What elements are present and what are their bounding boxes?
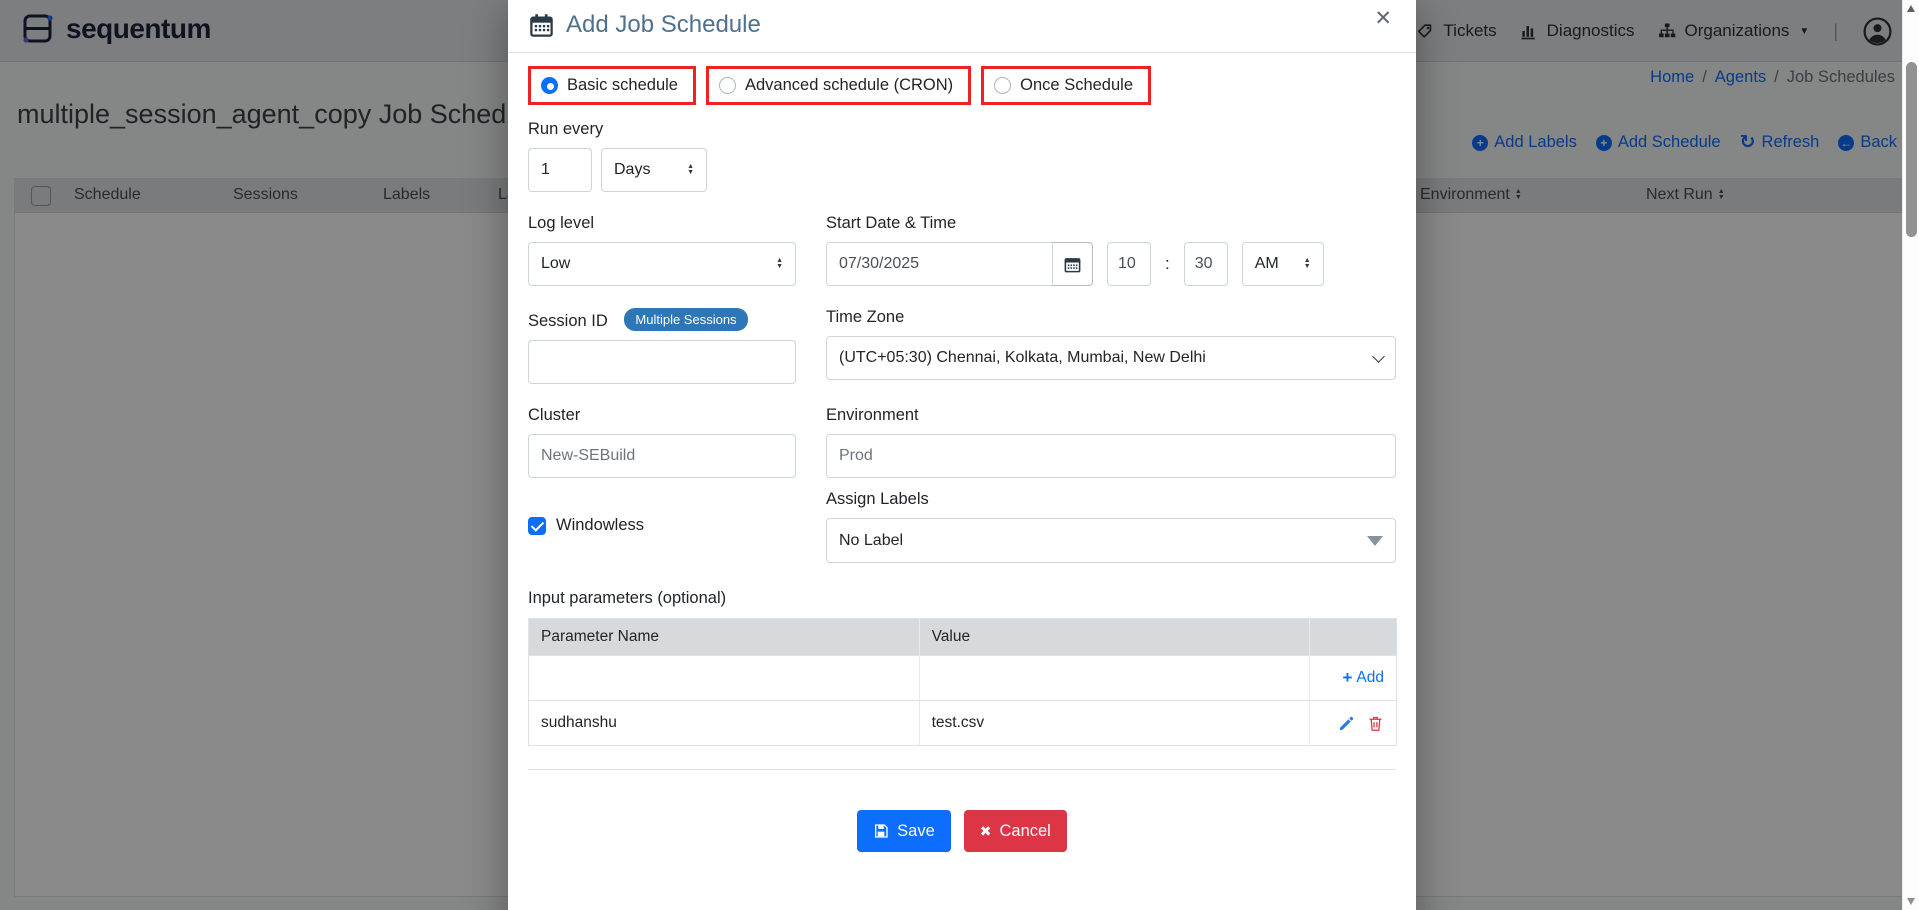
timezone-select[interactable]: (UTC+05:30) Chennai, Kolkata, Mumbai, Ne…	[826, 336, 1396, 380]
plus-icon: +	[1342, 668, 1352, 688]
advanced-schedule-option[interactable]: Advanced schedule (CRON)	[706, 66, 971, 105]
param-entry-row: + Add	[529, 656, 1397, 701]
cancel-label: Cancel	[999, 822, 1050, 841]
radio-label: Advanced schedule (CRON)	[745, 76, 953, 95]
calendar-icon	[528, 12, 555, 39]
timezone-label: Time Zone	[826, 308, 1396, 327]
params-header-row: Parameter Name Value	[529, 619, 1397, 656]
param-actions-header	[1310, 619, 1397, 656]
input-parameters-label: Input parameters (optional)	[528, 589, 1396, 608]
once-schedule-option[interactable]: Once Schedule	[981, 66, 1151, 105]
param-name-entry-cell[interactable]	[529, 656, 920, 701]
delete-parameter-button[interactable]	[1367, 715, 1384, 732]
floppy-disk-icon	[873, 823, 889, 839]
radio-label: Basic schedule	[567, 76, 678, 95]
run-every-row: Days ▲▼	[528, 148, 1396, 192]
start-hour-input[interactable]	[1107, 242, 1151, 286]
param-name-header: Parameter Name	[529, 619, 920, 656]
modal-header: Add Job Schedule ✕	[508, 0, 1416, 53]
edit-parameter-button[interactable]	[1338, 715, 1355, 732]
radio-label: Once Schedule	[1020, 76, 1133, 95]
chevron-down-icon	[1372, 350, 1385, 363]
meridiem-select[interactable]: AM ▲▼	[1242, 242, 1324, 286]
dropdown-triangle-icon	[1367, 536, 1383, 546]
radio-advanced-schedule[interactable]	[719, 77, 736, 94]
pencil-icon	[1338, 715, 1355, 732]
param-row: sudhanshu test.csv	[529, 701, 1397, 746]
add-parameter-button[interactable]: + Add	[1322, 668, 1384, 688]
session-id-text: Session ID	[528, 312, 608, 330]
log-level-label: Log level	[528, 214, 796, 233]
multiple-sessions-badge: Multiple Sessions	[624, 308, 747, 331]
assign-labels-value: No Label	[839, 532, 903, 550]
input-parameters-table: Parameter Name Value + Add	[528, 618, 1397, 746]
add-parameter-label: Add	[1356, 669, 1384, 687]
param-value-cell: test.csv	[919, 701, 1310, 746]
scroll-down-arrow-icon[interactable]	[1907, 898, 1915, 905]
x-icon: ✖	[980, 823, 992, 840]
run-every-unit-value: Days	[614, 161, 650, 179]
cancel-button[interactable]: ✖ Cancel	[964, 810, 1067, 852]
date-picker-button[interactable]	[1052, 242, 1093, 286]
select-caret-icon: ▲▼	[687, 164, 694, 176]
param-name-cell: sudhanshu	[529, 701, 920, 746]
cluster-label: Cluster	[528, 406, 796, 425]
session-id-input[interactable]	[528, 340, 796, 384]
radio-once-schedule[interactable]	[994, 77, 1011, 94]
start-minute-input[interactable]	[1184, 242, 1228, 286]
environment-input[interactable]	[826, 434, 1396, 478]
add-job-schedule-modal: Add Job Schedule ✕ Basic schedule Advanc…	[508, 0, 1416, 910]
modal-title: Add Job Schedule	[566, 11, 761, 39]
modal-body: Basic schedule Advanced schedule (CRON) …	[508, 53, 1416, 882]
trash-icon	[1367, 715, 1384, 732]
date-input-group	[826, 242, 1093, 286]
radio-basic-schedule[interactable]	[541, 77, 558, 94]
session-id-label: Session ID Multiple Sessions	[528, 308, 796, 331]
select-caret-icon: ▲▼	[1304, 258, 1311, 270]
environment-label: Environment	[826, 406, 1396, 425]
save-button[interactable]: Save	[857, 810, 951, 852]
vertical-scrollbar[interactable]	[1902, 0, 1919, 910]
save-label: Save	[897, 822, 935, 841]
modal-footer: Save ✖ Cancel	[528, 770, 1396, 882]
basic-schedule-option[interactable]: Basic schedule	[528, 66, 696, 105]
start-datetime-label: Start Date & Time	[826, 214, 1396, 233]
close-icon[interactable]: ✕	[1374, 6, 1392, 31]
select-caret-icon: ▲▼	[776, 258, 783, 270]
scroll-up-arrow-icon[interactable]	[1907, 5, 1915, 12]
run-every-label: Run every	[528, 120, 1396, 139]
windowless-checkbox[interactable]	[528, 517, 546, 535]
cluster-input[interactable]	[528, 434, 796, 478]
timezone-value: (UTC+05:30) Chennai, Kolkata, Mumbai, Ne…	[839, 349, 1206, 367]
windowless-label: Windowless	[556, 516, 644, 535]
start-date-input[interactable]	[826, 242, 1053, 286]
log-level-value: Low	[541, 255, 570, 273]
param-value-entry-cell[interactable]	[919, 656, 1310, 701]
run-every-unit-select[interactable]: Days ▲▼	[601, 148, 707, 192]
screen: sequentum Tickets Diagnostics	[0, 0, 1919, 910]
meridiem-value: AM	[1255, 255, 1279, 273]
scrollbar-thumb[interactable]	[1906, 62, 1917, 237]
schedule-type-group: Basic schedule Advanced schedule (CRON) …	[528, 66, 1396, 105]
calendar-icon	[1063, 255, 1082, 274]
param-value-header: Value	[919, 619, 1310, 656]
assign-labels-label: Assign Labels	[826, 490, 1396, 509]
assign-labels-dropdown[interactable]: No Label	[826, 518, 1396, 563]
run-every-input[interactable]	[528, 148, 592, 192]
time-colon: :	[1165, 254, 1170, 274]
log-level-select[interactable]: Low ▲▼	[528, 242, 796, 286]
windowless-row: Windowless	[528, 516, 796, 535]
